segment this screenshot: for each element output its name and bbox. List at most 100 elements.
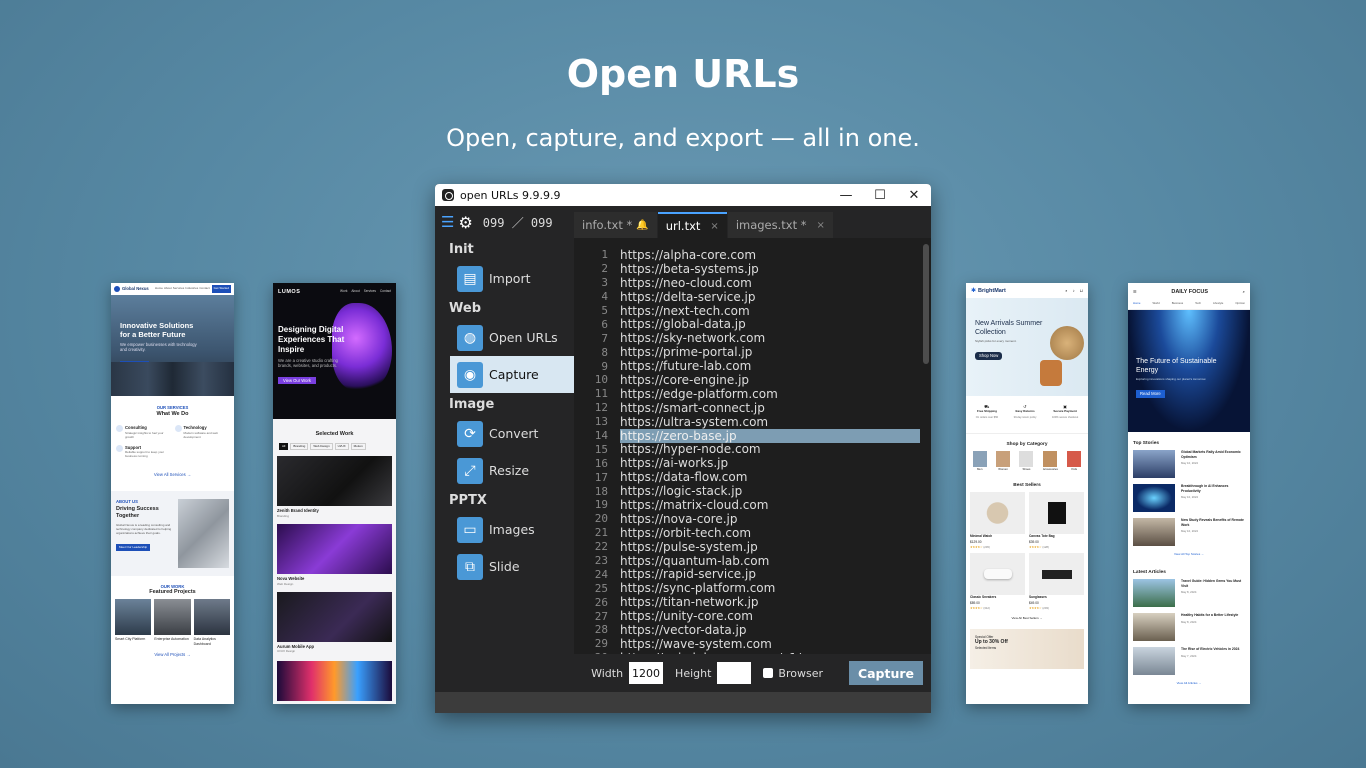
- editor-line[interactable]: 10 https://core-engine.jp: [574, 373, 931, 387]
- browser-checkbox[interactable]: [763, 668, 774, 678]
- url-text: https://titan-network.jp: [620, 595, 759, 610]
- tab-info[interactable]: info.txt * 🔔: [574, 212, 657, 238]
- shot2-nav-services: Services: [363, 289, 376, 294]
- sidebar-item-import[interactable]: ▤ Import: [450, 260, 574, 297]
- sidebar-item-label: Resize: [489, 463, 530, 478]
- editor-line[interactable]: 20 https://nova-core.jp: [574, 512, 931, 526]
- sidebar-item-convert[interactable]: ⟳ Convert: [450, 415, 574, 452]
- shot3-category: Kids: [1067, 451, 1082, 472]
- shot4-hero-text: Exploring innovations shaping our planet…: [1136, 377, 1207, 381]
- url-editor[interactable]: 1 https://alpha-core.com 2 https://beta-sys…: [574, 238, 931, 676]
- shot4-story-title: Breakthrough in AI Enhances Productivity: [1181, 484, 1229, 493]
- sidebar-item-images[interactable]: ▭ Images: [450, 511, 574, 548]
- editor-line[interactable]: 22 https://pulse-system.jp: [574, 540, 931, 554]
- line-number: 3: [601, 276, 608, 290]
- shot4-article-title: The Rise of Electric Vehicles in 2024: [1181, 647, 1240, 652]
- app-logo-icon: [442, 189, 454, 201]
- editor-line[interactable]: 12 https://smart-connect.jp: [574, 401, 931, 415]
- consulting-icon: [116, 425, 123, 433]
- editor-line[interactable]: 6 https://global-data.jp: [574, 317, 931, 331]
- editor-line[interactable]: 1 https://alpha-core.com: [574, 248, 931, 262]
- capture-toolbar: Width 1200 Height Browser Capture: [435, 654, 931, 692]
- shot3-product-image: [970, 553, 1025, 596]
- shot3-product: Minimal Watch $129.00 ★★★★☆ (245): [970, 492, 1025, 550]
- shot1-about-title: Driving Success Together: [116, 506, 159, 520]
- editor-line[interactable]: 13 https://ultra-system.com: [574, 415, 931, 429]
- editor-line[interactable]: 19 https://matrix-cloud.com: [574, 498, 931, 512]
- width-input[interactable]: 1200: [629, 662, 664, 684]
- editor-line[interactable]: 26 https://titan-network.jp: [574, 595, 931, 609]
- sidebar-item-label: Capture: [489, 367, 539, 382]
- tab-images[interactable]: images.txt * ×: [727, 212, 833, 238]
- sidebar-item-resize[interactable]: ⤢ Resize: [450, 452, 574, 489]
- sidebar-toolbar: ☰ ⚙ 099 ／ 099: [435, 206, 574, 238]
- hamburger-menu-icon[interactable]: ☰: [441, 213, 454, 231]
- editor-line[interactable]: 15 https://hyper-node.com: [574, 442, 931, 456]
- sidebar-item-slide[interactable]: ⧉ Slide: [450, 548, 574, 585]
- editor-line[interactable]: 2 https://beta-systems.jp: [574, 262, 931, 276]
- shot2-work-image: [277, 456, 392, 507]
- editor-line[interactable]: 17 https://data-flow.com: [574, 470, 931, 484]
- capture-button[interactable]: Capture: [849, 661, 923, 685]
- shot4-story-date: May 10, 2024: [1181, 495, 1198, 500]
- gear-icon[interactable]: ⚙: [458, 213, 472, 232]
- shot4-story-image: [1133, 450, 1175, 479]
- shot1-cta-button: Get Started: [211, 285, 231, 293]
- tab-label: images.txt *: [735, 218, 807, 232]
- url-text: https://nova-core.jp: [620, 511, 738, 526]
- screenshot-studio: LUMOS Work About Services Contact Design…: [273, 283, 396, 704]
- shot3-feature: ▣ Secure Payment 100% secure checkout: [1052, 404, 1078, 433]
- editor-line[interactable]: 11 https://edge-platform.com: [574, 387, 931, 401]
- editor-line[interactable]: 25 https://sync-platform.com: [574, 581, 931, 595]
- url-text: https://core-engine.jp: [620, 372, 750, 387]
- shot2-filter-branding: Branding: [290, 443, 309, 451]
- editor-line[interactable]: 29 https://wave-system.com: [574, 637, 931, 651]
- editor-line[interactable]: 9 https://future-lab.com: [574, 359, 931, 373]
- minimize-button[interactable]: —: [829, 188, 863, 203]
- shot2-logo: LUMOS: [278, 289, 301, 295]
- height-input[interactable]: [717, 662, 752, 684]
- editor-line[interactable]: 14 https://zero-base.jp: [574, 428, 931, 443]
- shot3-category: Shoes: [1019, 451, 1034, 472]
- editor-line[interactable]: 18 https://logic-stack.jp: [574, 484, 931, 498]
- close-button[interactable]: ✕: [897, 188, 931, 203]
- close-tab-icon[interactable]: ×: [710, 221, 718, 232]
- editor-line[interactable]: 21 https://orbit-tech.com: [574, 526, 931, 540]
- resize-icon: ⤢: [457, 457, 483, 484]
- search-icon: ⌕: [1065, 287, 1068, 293]
- shot1-nav-contact: Contact: [199, 286, 210, 291]
- shot3-product: Classic Sneakers $89.00 ★★★★☆ (312): [970, 553, 1025, 611]
- editor-line[interactable]: 27 https://unity-core.com: [574, 609, 931, 623]
- shot1-projects: OUR WORK Featured Projects: [111, 576, 234, 595]
- editor-line[interactable]: 8 https://prime-portal.jp: [574, 345, 931, 359]
- editor-line[interactable]: 5 https://next-tech.com: [574, 304, 931, 318]
- editor-line[interactable]: 4 https://delta-service.jp: [574, 290, 931, 304]
- shot1-service-support: Support Reliable support to keep your bus…: [116, 444, 171, 458]
- shot2-filter-uiux: UI/UX: [334, 443, 349, 451]
- shot4-article-image: [1133, 579, 1175, 608]
- sidebar-item-open-urls[interactable]: ◍ Open URLs: [450, 319, 574, 356]
- editor-line[interactable]: 16 https://ai-works.jp: [574, 456, 931, 470]
- editor-line[interactable]: 23 https://quantum-lab.com: [574, 554, 931, 568]
- sidebar: ☰ ⚙ 099 ／ 099 Init ▤ Import Web ◍ Open URL…: [435, 206, 574, 676]
- editor-line[interactable]: 3 https://neo-cloud.com: [574, 276, 931, 290]
- maximize-button[interactable]: ☐: [863, 188, 897, 203]
- shot3-header: ✱ BrightMart ⌕ ♪ ⊔: [966, 283, 1088, 298]
- shot4-hero-title: The Future of Sustainable Energy: [1136, 358, 1217, 374]
- shot1-hero-title: Innovative Solutions for a Better Future: [120, 321, 194, 339]
- editor-scrollbar[interactable]: [923, 244, 929, 364]
- shot3-product: Sunglasses $49.00 ★★★★☆ (203): [1029, 553, 1084, 611]
- shot3-hero-button: Shop Now: [975, 352, 1003, 360]
- editor-line[interactable]: 24 https://rapid-service.jp: [574, 567, 931, 581]
- tab-url[interactable]: url.txt ×: [657, 212, 727, 238]
- editor-line[interactable]: 28 https://vector-data.jp: [574, 623, 931, 637]
- close-tab-icon[interactable]: ×: [817, 220, 825, 231]
- shot1-project-grid: Smart City Platform Enterprise Automatio…: [111, 595, 234, 646]
- shot3-category-image: [1019, 451, 1034, 468]
- shot2-work-category: UI/UX Design: [277, 649, 296, 654]
- sidebar-item-capture[interactable]: ◉ Capture: [450, 356, 574, 393]
- url-text: https://prime-portal.jp: [620, 345, 753, 360]
- editor-line[interactable]: 7 https://sky-network.com: [574, 331, 931, 345]
- shot3-hat-image: [1050, 326, 1084, 360]
- shot3-categories: Men Women Shoes Accessories Kids: [966, 447, 1088, 472]
